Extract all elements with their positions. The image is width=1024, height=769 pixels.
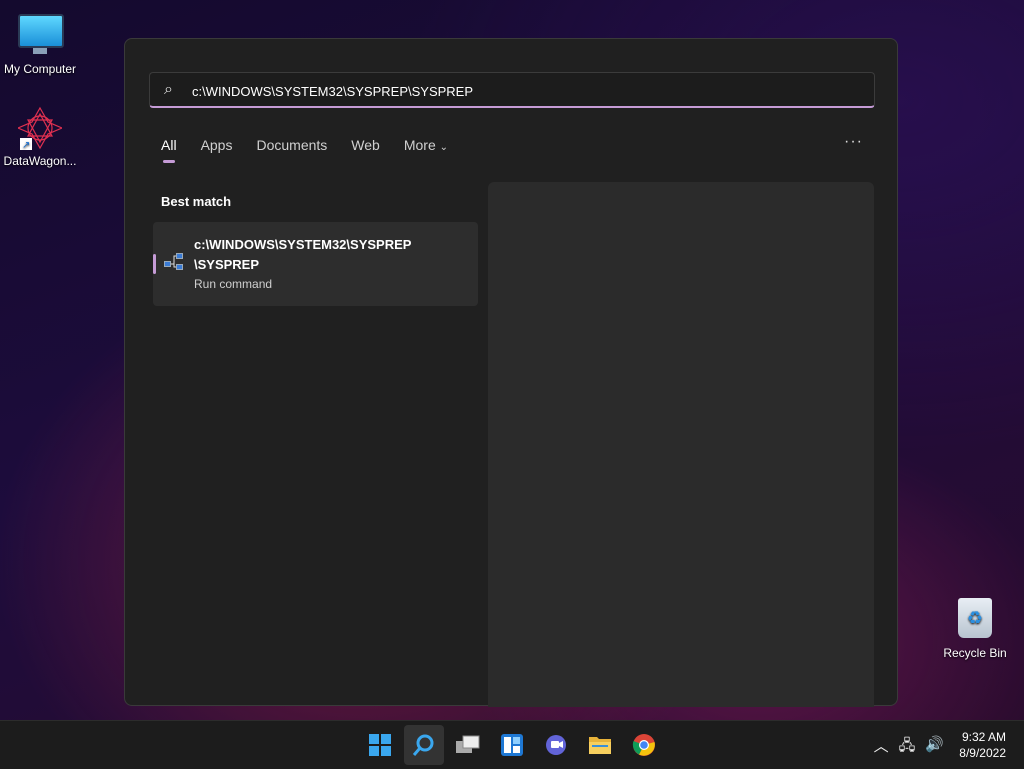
network-icon[interactable]: 🖧 bbox=[899, 735, 916, 760]
tab-more[interactable]: More ⌄ bbox=[404, 137, 448, 153]
search-tabs: All Apps Documents Web More ⌄ bbox=[161, 137, 472, 163]
file-explorer-icon[interactable] bbox=[580, 725, 620, 765]
taskbar: ︿ 🖧 🔊 9:32 AM 8/9/2022 bbox=[0, 720, 1024, 769]
result-subtitle: Run command bbox=[194, 277, 273, 291]
tab-all[interactable]: All bbox=[161, 137, 177, 163]
desktop-icon-recycle-bin[interactable]: ♻ Recycle Bin bbox=[935, 598, 1015, 660]
chevron-up-icon[interactable]: ︿ bbox=[874, 735, 889, 760]
chevron-down-icon: ⌄ bbox=[439, 142, 449, 153]
result-title: c:\WINDOWS\SYSTEM32\SYSPREP \SYSPREP bbox=[194, 235, 464, 275]
desktop-icon-label: My Computer bbox=[3, 62, 77, 76]
widgets-icon[interactable] bbox=[492, 725, 532, 765]
desktop-icon-label: DataWagon... bbox=[3, 154, 77, 168]
tab-web[interactable]: Web bbox=[351, 137, 380, 153]
clock[interactable]: 9:32 AM 8/9/2022 bbox=[959, 729, 1006, 761]
preview-pane bbox=[488, 182, 874, 707]
tab-more-label: More bbox=[403, 137, 436, 153]
system-tray: ︿ 🖧 🔊 bbox=[874, 735, 944, 760]
search-panel: ⌕ All Apps Documents Web More ⌄ ··· Best… bbox=[124, 38, 898, 707]
desktop-icon-my-computer[interactable]: My Computer bbox=[0, 10, 80, 76]
computer-icon bbox=[18, 14, 64, 58]
search-icon: ⌕ bbox=[164, 81, 173, 98]
tab-documents[interactable]: Documents bbox=[256, 137, 327, 153]
chrome-icon[interactable] bbox=[624, 725, 664, 765]
search-box[interactable]: ⌕ bbox=[149, 72, 875, 108]
best-match-heading: Best match bbox=[161, 194, 232, 209]
result-title-line1: c:\WINDOWS\SYSTEM32\SYSPREP bbox=[194, 237, 412, 252]
search-icon[interactable] bbox=[404, 725, 444, 765]
taskbar-apps bbox=[360, 725, 668, 765]
tab-apps[interactable]: Apps bbox=[201, 137, 233, 153]
clock-date: 8/9/2022 bbox=[959, 746, 1006, 760]
windows-start-icon[interactable] bbox=[360, 725, 400, 765]
clock-time: 9:32 AM bbox=[961, 730, 1006, 744]
result-title-line2: \SYSPREP bbox=[194, 257, 260, 272]
network-run-icon bbox=[163, 250, 185, 272]
chat-icon[interactable] bbox=[536, 725, 576, 765]
best-match-result[interactable]: c:\WINDOWS\SYSTEM32\SYSPREP \SYSPREP Run… bbox=[153, 222, 478, 306]
task-view-icon[interactable] bbox=[448, 725, 488, 765]
selection-indicator bbox=[153, 254, 156, 274]
more-options-button[interactable]: ··· bbox=[844, 133, 863, 151]
datawagon-icon: ↗ bbox=[16, 106, 64, 151]
svg-text:↗: ↗ bbox=[22, 140, 30, 150]
desktop-icon-label: Recycle Bin bbox=[943, 646, 1007, 660]
search-input[interactable] bbox=[190, 77, 854, 105]
recycle-bin-icon: ♻ bbox=[953, 598, 997, 642]
volume-icon[interactable]: 🔊 bbox=[925, 735, 944, 760]
desktop-icon-datawagon[interactable]: ↗ DataWagon... bbox=[0, 106, 80, 168]
